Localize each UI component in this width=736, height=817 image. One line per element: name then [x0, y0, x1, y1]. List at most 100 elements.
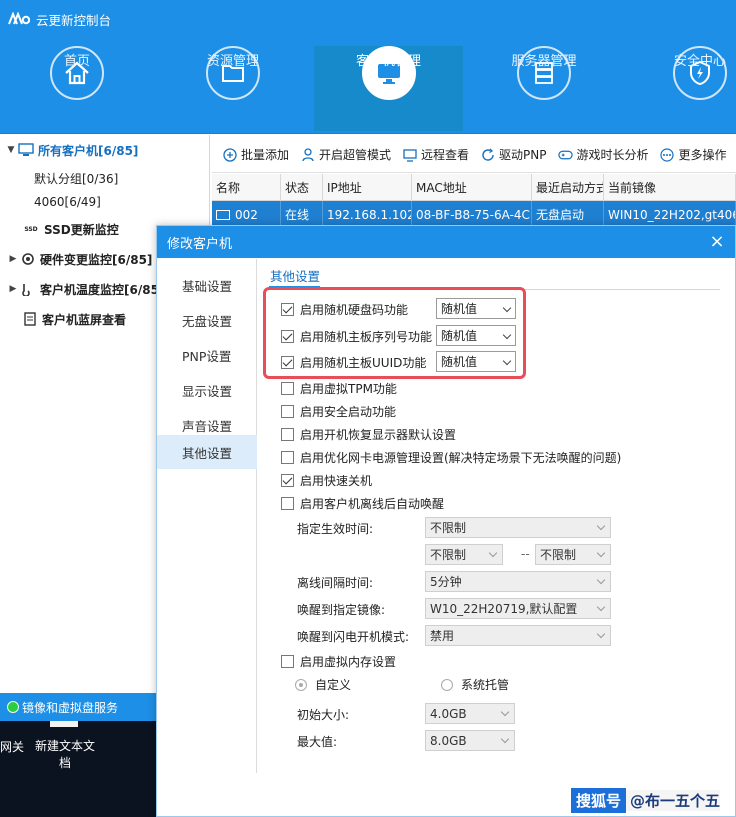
vmem-max-size-select[interactable]: 8.0GB	[425, 730, 515, 751]
admin-mode-button[interactable]: 开启超管模式	[300, 146, 391, 163]
batch-add-button[interactable]: 批量添加	[222, 146, 289, 163]
chevron-down-icon	[488, 548, 498, 558]
flash-boot-label: 唤醒到闪电开机模式:	[297, 630, 410, 644]
cell-ip: 192.168.1.102	[323, 201, 412, 228]
virtual-memory-checkbox[interactable]	[281, 654, 294, 668]
desktop-item-gateway[interactable]: 网关	[0, 738, 24, 755]
secure-boot-option[interactable]: 启用安全启动功能	[281, 401, 396, 421]
vmem-max-size-value: 8.0GB	[430, 733, 467, 748]
refresh-icon	[480, 147, 495, 162]
dialog-title-bar: 修改客户机	[157, 226, 735, 258]
driver-pnp-label: 驱动PNP	[499, 148, 547, 162]
more-actions-button[interactable]: 更多操作	[660, 146, 727, 163]
tree-temperature-monitor[interactable]: ▶ 客户机温度监控[6/85]	[6, 278, 165, 300]
chevron-down-icon	[596, 548, 606, 558]
settings-nav-other[interactable]: 其他设置	[157, 435, 257, 469]
offline-interval-select[interactable]: 5分钟	[425, 571, 611, 592]
restore-monitor-label: 启用开机恢复显示器默认设置	[300, 427, 457, 442]
nav-resources-label: 资源管理	[206, 54, 259, 69]
wake-image-select[interactable]: W10_22H20719,默认配置	[425, 598, 611, 619]
close-icon[interactable]: ×	[707, 232, 727, 252]
vmem-initial-size-value: 4.0GB	[430, 706, 467, 721]
vmem-system-radio[interactable]: 系统托管	[441, 676, 509, 693]
collapse-arrow-icon[interactable]: ▼	[4, 145, 18, 155]
effective-time-select[interactable]: 不限制	[425, 517, 611, 538]
auto-wake-checkbox[interactable]	[281, 496, 294, 510]
client-toolbar: 批量添加 开启超管模式 远程查看 驱动PNP 游戏时长分析 更多操作	[212, 137, 736, 173]
batch-add-label: 批量添加	[241, 148, 290, 162]
tree-hardware-monitor-label: 硬件变更监控[6/85]	[40, 252, 153, 267]
tree-all-clients-label: 所有客户机[6/85]	[38, 143, 139, 158]
settings-nav-pnp[interactable]: PNP设置	[157, 338, 257, 372]
nav-clients[interactable]: 客户机管理	[314, 46, 463, 131]
document-icon	[22, 311, 38, 327]
time-range-from-value: 不限制	[430, 548, 467, 562]
driver-pnp-button[interactable]: 驱动PNP	[480, 146, 547, 163]
service-status-label: 镜像和虚拟盘服务	[22, 700, 119, 715]
nav-servers[interactable]: 服务器管理	[474, 46, 614, 131]
auto-wake-label: 启用客户机离线后自动唤醒	[300, 496, 445, 511]
desktop-background: 网关 新建文本文档	[0, 721, 156, 817]
admin-mode-label: 开启超管模式	[319, 148, 392, 162]
virtual-memory-option[interactable]: 启用虚拟内存设置	[281, 651, 396, 671]
nav-resources[interactable]: 资源管理	[163, 46, 303, 131]
tree-group-4060[interactable]: 4060[6/49]	[34, 191, 101, 213]
nav-security-label: 安全中心	[673, 54, 726, 69]
secure-boot-checkbox[interactable]	[281, 404, 294, 418]
nic-power-checkbox[interactable]	[281, 450, 294, 464]
fast-shutdown-option[interactable]: 启用快速关机	[281, 470, 372, 490]
remote-view-button[interactable]: 远程查看	[402, 146, 469, 163]
restore-monitor-option[interactable]: 启用开机恢复显示器默认设置	[281, 424, 456, 444]
settings-nav-diskless[interactable]: 无盘设置	[157, 303, 257, 337]
restore-monitor-checkbox[interactable]	[281, 427, 294, 441]
tree-bluescreen-label: 客户机蓝屏查看	[42, 312, 127, 327]
desktop-item-new-text-doc[interactable]: 新建文本文档	[32, 738, 98, 772]
col-status[interactable]: 状态	[281, 174, 323, 201]
col-ip[interactable]: IP地址	[323, 174, 412, 201]
vmem-initial-size-select[interactable]: 4.0GB	[425, 703, 515, 724]
chevron-down-icon	[596, 575, 606, 585]
tab-other-settings[interactable]: 其他设置	[269, 266, 321, 288]
tree-all-clients[interactable]: ▼ 所有客户机[6/85]	[4, 139, 138, 161]
fast-shutdown-checkbox[interactable]	[281, 473, 294, 487]
text-file-icon	[50, 721, 78, 727]
auto-wake-option[interactable]: 启用客户机离线后自动唤醒	[281, 493, 444, 513]
tree-ssd-monitor-label: SSD更新监控	[44, 222, 119, 237]
expand-arrow-icon[interactable]: ▶	[6, 254, 20, 264]
nav-security[interactable]: 安全中心	[630, 46, 736, 131]
secure-boot-label: 启用安全启动功能	[300, 404, 397, 419]
col-mac[interactable]: MAC地址	[412, 174, 532, 201]
dialog-title: 修改客户机	[167, 236, 233, 252]
tree-default-group[interactable]: 默认分组[0/36]	[34, 167, 118, 189]
settings-nav-basic[interactable]: 基础设置	[157, 268, 257, 302]
virtual-memory-label: 启用虚拟内存设置	[300, 654, 397, 669]
expand-arrow-icon[interactable]: ▶	[6, 284, 20, 294]
status-ok-icon	[7, 701, 19, 713]
nic-power-option[interactable]: 启用优化网卡电源管理设置(解决特定场景下无法唤醒的问题)	[281, 447, 621, 467]
service-status-bar[interactable]: 镜像和虚拟盘服务	[0, 693, 157, 721]
game-time-button[interactable]: 游戏时长分析	[557, 146, 649, 163]
time-range-to-select[interactable]: 不限制	[535, 544, 611, 565]
col-boot-mode[interactable]: 最近启动方式	[532, 174, 604, 201]
table-row[interactable]: 002 在线 192.168.1.102 08-BF-B8-75-6A-4C 无…	[212, 201, 736, 228]
col-image[interactable]: 当前镜像	[604, 174, 736, 201]
cell-name-text: 002	[235, 207, 258, 222]
col-name[interactable]: 名称	[212, 174, 281, 201]
more-actions-label: 更多操作	[678, 148, 727, 162]
settings-nav-display[interactable]: 显示设置	[157, 373, 257, 407]
virtual-tpm-checkbox[interactable]	[281, 381, 294, 395]
effective-time-value: 不限制	[430, 521, 467, 535]
time-range-from-select[interactable]: 不限制	[425, 544, 503, 565]
tree-ssd-monitor[interactable]: SSD SSD更新监控	[22, 218, 119, 240]
tree-hardware-monitor[interactable]: ▶ 硬件变更监控[6/85]	[6, 248, 153, 270]
nav-home[interactable]: 首页	[7, 46, 147, 131]
virtual-tpm-option[interactable]: 启用虚拟TPM功能	[281, 378, 397, 398]
tree-bluescreen[interactable]: 客户机蓝屏查看	[22, 308, 126, 330]
table-header: 名称 状态 IP地址 MAC地址 最近启动方式 当前镜像	[212, 174, 736, 201]
vmem-custom-radio[interactable]: 自定义	[295, 676, 351, 693]
settings-nav: 基础设置 无盘设置 PNP设置 显示设置 声音设置 其他设置	[157, 259, 257, 773]
flash-boot-select[interactable]: 禁用	[425, 625, 611, 646]
client-table: 名称 状态 IP地址 MAC地址 最近启动方式 当前镜像 002 在线 192.…	[212, 174, 736, 228]
remote-view-label: 远程查看	[421, 148, 470, 162]
chevron-down-icon	[596, 629, 606, 639]
